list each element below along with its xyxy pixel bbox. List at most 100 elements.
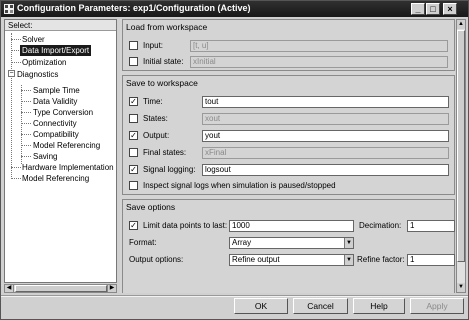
format-dropdown-arrow-icon[interactable]: ▼ (344, 238, 353, 248)
final-states-field[interactable]: xFinal (202, 147, 449, 159)
limit-data-points-row: ✓ Limit data points to last: 1000 Decima… (129, 220, 455, 232)
final-states-label: Final states: (143, 148, 187, 157)
minimize-button[interactable]: _ (411, 3, 425, 15)
signal-logging-field[interactable]: logsout (202, 164, 449, 176)
tree-line (21, 90, 31, 91)
window-title: Configuration Parameters: exp1/Configura… (17, 3, 251, 13)
tree-item-compatibility[interactable]: Compatibility (33, 129, 79, 140)
final-states-checkbox[interactable] (129, 148, 138, 157)
decimation-label: Decimation: (359, 221, 402, 230)
tree-item-type-conversion[interactable]: Type Conversion (33, 107, 93, 118)
tree-line (21, 101, 31, 102)
input-row: Input: [t, u] (129, 40, 449, 52)
tree-line (21, 156, 31, 157)
input-field[interactable]: [t, u] (190, 40, 448, 52)
tree-line (11, 62, 21, 63)
states-checkbox[interactable] (129, 114, 138, 123)
time-checkbox[interactable]: ✓ (129, 97, 138, 106)
initial-state-checkbox[interactable] (129, 57, 138, 66)
output-options-dropdown-arrow-icon[interactable]: ▼ (344, 255, 353, 265)
scroll-thumb[interactable] (15, 285, 107, 292)
save-to-workspace-group: Save to workspace ✓ Time: tout States: x… (122, 75, 455, 195)
tree-line (11, 167, 21, 168)
tree-item-solver[interactable]: Solver (22, 34, 45, 45)
options-group-title: Save options (126, 202, 176, 212)
apply-button[interactable]: Apply (410, 298, 464, 314)
tree-line (21, 134, 31, 135)
simulink-app-icon (4, 4, 14, 14)
signal-logging-label: Signal logging: (143, 165, 196, 174)
settings-vertical-scrollbar[interactable]: ▲ ▼ (456, 19, 466, 293)
save-options-group: Save options ✓ Limit data points to last… (122, 199, 455, 293)
tree-line (21, 123, 31, 124)
tree-line (21, 85, 22, 164)
tree-line (11, 178, 21, 179)
format-dropdown[interactable]: Array ▼ (229, 237, 354, 249)
output-options-value: Refine output (232, 255, 280, 264)
vertical-scroll-thumb[interactable] (457, 30, 465, 262)
tree-item-data-validity[interactable]: Data Validity (33, 96, 77, 107)
load-from-workspace-group: Load from workspace Input: [t, u] Initia… (122, 19, 455, 71)
states-row: States: xout (129, 113, 449, 125)
output-options-row: Output options: Refine output ▼ Refine f… (129, 254, 455, 266)
output-label: Output: (143, 131, 170, 140)
limit-data-points-field[interactable]: 1000 (229, 220, 354, 232)
output-options-dropdown[interactable]: Refine output ▼ (229, 254, 354, 266)
close-button[interactable]: × (443, 3, 457, 15)
scroll-up-icon[interactable]: ▲ (457, 20, 465, 29)
inspect-signal-logs-row: Inspect signal logs when simulation is p… (129, 180, 449, 191)
settings-pane: Load from workspace Input: [t, u] Initia… (120, 19, 455, 293)
category-tree[interactable]: Select: − Solver Data Import/Export Opti… (4, 19, 117, 283)
initial-state-label: Initial state: (143, 57, 184, 66)
tree-line (11, 33, 12, 179)
tree-line (21, 145, 31, 146)
scroll-left-icon[interactable]: ◀ (5, 285, 14, 292)
time-label: Time: (143, 97, 163, 106)
scroll-down-icon[interactable]: ▼ (457, 283, 465, 292)
format-value: Array (232, 238, 252, 247)
scroll-right-icon[interactable]: ▶ (107, 285, 116, 292)
refine-factor-field[interactable]: 1 (407, 254, 455, 266)
cancel-button[interactable]: Cancel (293, 298, 348, 314)
signal-logging-checkbox[interactable]: ✓ (129, 165, 138, 174)
help-button[interactable]: Help (353, 298, 405, 314)
tree-item-model-referencing-diag[interactable]: Model Referencing (33, 140, 100, 151)
tree-line (11, 39, 21, 40)
tree-item-connectivity[interactable]: Connectivity (33, 118, 77, 129)
time-field[interactable]: tout (202, 96, 449, 108)
inspect-signal-logs-label: Inspect signal logs when simulation is p… (143, 181, 336, 190)
format-label: Format: (129, 238, 157, 247)
tree-item-model-referencing[interactable]: Model Referencing (22, 173, 89, 184)
tree-item-data-import-export[interactable]: Data Import/Export (20, 45, 92, 56)
load-group-title: Load from workspace (126, 22, 208, 32)
output-checkbox[interactable]: ✓ (129, 131, 138, 140)
states-label: States: (143, 114, 168, 123)
tree-horizontal-scrollbar[interactable]: ◀ ▶ (4, 284, 117, 293)
tree-item-sample-time[interactable]: Sample Time (33, 85, 80, 96)
initial-state-field[interactable]: xInitial (190, 56, 448, 68)
configuration-window: Configuration Parameters: exp1/Configura… (0, 0, 469, 320)
states-field[interactable]: xout (202, 113, 449, 125)
refine-factor-label: Refine factor: (357, 255, 405, 264)
maximize-button[interactable]: □ (426, 3, 440, 15)
initial-state-row: Initial state: xInitial (129, 56, 449, 68)
tree-item-diagnostics[interactable]: Diagnostics (17, 69, 58, 80)
tree-item-saving[interactable]: Saving (33, 151, 57, 162)
ok-button[interactable]: OK (234, 298, 288, 314)
tree-item-hardware-implementation[interactable]: Hardware Implementation (22, 162, 114, 173)
inspect-signal-logs-checkbox[interactable] (129, 181, 138, 190)
tree-item-optimization[interactable]: Optimization (22, 57, 66, 68)
output-row: ✓ Output: yout (129, 130, 449, 142)
button-bar-divider (1, 295, 468, 297)
title-bar[interactable]: Configuration Parameters: exp1/Configura… (1, 1, 468, 17)
format-row: Format: Array ▼ (129, 237, 455, 249)
limit-data-points-checkbox[interactable]: ✓ (129, 221, 138, 230)
output-field[interactable]: yout (202, 130, 449, 142)
save-group-title: Save to workspace (126, 78, 198, 88)
decimation-field[interactable]: 1 (407, 220, 455, 232)
collapse-diagnostics-icon[interactable]: − (8, 70, 15, 77)
input-checkbox[interactable] (129, 41, 138, 50)
input-label: Input: (143, 41, 164, 50)
tree-line (21, 112, 31, 113)
signal-logging-row: ✓ Signal logging: logsout (129, 164, 449, 176)
